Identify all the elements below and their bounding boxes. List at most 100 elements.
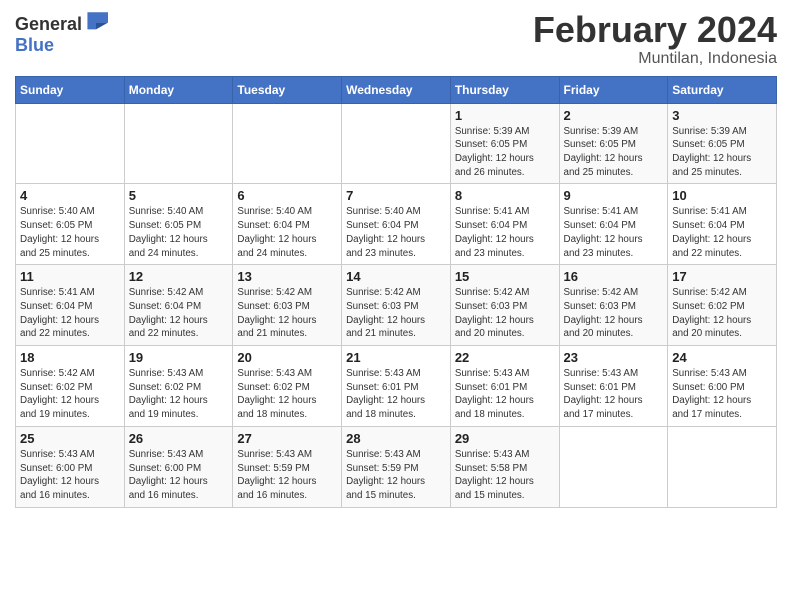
- calendar-cell: 27 Sunrise: 5:43 AM Sunset: 5:59 PM Dayli…: [233, 426, 342, 507]
- day-number: 7: [346, 188, 446, 203]
- calendar-cell: 24 Sunrise: 5:43 AM Sunset: 6:00 PM Dayli…: [668, 346, 777, 427]
- calendar-week-row: 25Sunrise: 5:43 AM Sunset: 6:00 PM Dayli…: [16, 426, 777, 507]
- day-number: 11: [20, 269, 120, 284]
- day-info: Sunrise: 5:43 AM Sunset: 6:02 PM Dayligh…: [237, 367, 337, 422]
- calendar-cell: 12Sunrise: 5:42 AM Sunset: 6:04 PM Dayli…: [124, 265, 233, 346]
- calendar-cell: 6 Sunrise: 5:40 AM Sunset: 6:04 PM Daylig…: [233, 184, 342, 265]
- day-info: Sunrise: 5:43 AM Sunset: 6:01 PM Dayligh…: [346, 367, 446, 422]
- day-info: Sunrise: 5:43 AM Sunset: 5:59 PM Dayligh…: [346, 448, 446, 503]
- day-number: 12: [129, 269, 229, 284]
- day-number: 5: [129, 188, 229, 203]
- day-info: Sunrise: 5:41 AM Sunset: 6:04 PM Dayligh…: [455, 205, 555, 260]
- calendar-cell: 22Sunrise: 5:43 AM Sunset: 6:01 PM Dayli…: [450, 346, 559, 427]
- calendar-cell: 18Sunrise: 5:42 AM Sunset: 6:02 PM Dayli…: [16, 346, 125, 427]
- day-number: 27: [237, 431, 337, 446]
- day-number: 17: [672, 269, 772, 284]
- day-number: 4: [20, 188, 120, 203]
- calendar-cell: 20 Sunrise: 5:43 AM Sunset: 6:02 PM Dayli…: [233, 346, 342, 427]
- day-info: Sunrise: 5:40 AM Sunset: 6:04 PM Dayligh…: [346, 205, 446, 260]
- calendar-cell: 25Sunrise: 5:43 AM Sunset: 6:00 PM Dayli…: [16, 426, 125, 507]
- logo-general: General: [15, 14, 82, 34]
- calendar-cell: [559, 426, 668, 507]
- day-info: Sunrise: 5:40 AM Sunset: 6:04 PM Dayligh…: [237, 205, 337, 260]
- weekday-header-cell: Monday: [124, 76, 233, 103]
- calendar-cell: 7 Sunrise: 5:40 AM Sunset: 6:04 PM Daylig…: [342, 184, 451, 265]
- day-info: Sunrise: 5:40 AM Sunset: 6:05 PM Dayligh…: [129, 205, 229, 260]
- day-number: 26: [129, 431, 229, 446]
- day-info: Sunrise: 5:42 AM Sunset: 6:03 PM Dayligh…: [346, 286, 446, 341]
- day-number: 19: [129, 350, 229, 365]
- weekday-header-cell: Tuesday: [233, 76, 342, 103]
- logo-icon: [84, 10, 108, 30]
- logo: General Blue: [15, 10, 108, 56]
- calendar-cell: 26 Sunrise: 5:43 AM Sunset: 6:00 PM Dayli…: [124, 426, 233, 507]
- calendar-cell: [668, 426, 777, 507]
- day-info: Sunrise: 5:43 AM Sunset: 6:00 PM Dayligh…: [672, 367, 772, 422]
- month-title: February 2024: [533, 10, 777, 50]
- day-number: 22: [455, 350, 555, 365]
- calendar-cell: 19Sunrise: 5:43 AM Sunset: 6:02 PM Dayli…: [124, 346, 233, 427]
- calendar-cell: 17 Sunrise: 5:42 AM Sunset: 6:02 PM Dayli…: [668, 265, 777, 346]
- calendar-cell: 14 Sunrise: 5:42 AM Sunset: 6:03 PM Dayli…: [342, 265, 451, 346]
- day-number: 6: [237, 188, 337, 203]
- day-number: 16: [564, 269, 664, 284]
- day-info: Sunrise: 5:43 AM Sunset: 6:01 PM Dayligh…: [564, 367, 664, 422]
- calendar-cell: 2 Sunrise: 5:39 AM Sunset: 6:05 PM Daylig…: [559, 103, 668, 184]
- day-info: Sunrise: 5:41 AM Sunset: 6:04 PM Dayligh…: [20, 286, 120, 341]
- calendar-cell: 10 Sunrise: 5:41 AM Sunset: 6:04 PM Dayli…: [668, 184, 777, 265]
- calendar-cell: 9Sunrise: 5:41 AM Sunset: 6:04 PM Daylig…: [559, 184, 668, 265]
- calendar-cell: 5 Sunrise: 5:40 AM Sunset: 6:05 PM Daylig…: [124, 184, 233, 265]
- day-number: 2: [564, 108, 664, 123]
- day-info: Sunrise: 5:42 AM Sunset: 6:03 PM Dayligh…: [455, 286, 555, 341]
- day-number: 1: [455, 108, 555, 123]
- weekday-header-row: SundayMondayTuesdayWednesdayThursdayFrid…: [16, 76, 777, 103]
- day-number: 21: [346, 350, 446, 365]
- calendar-cell: 21 Sunrise: 5:43 AM Sunset: 6:01 PM Dayli…: [342, 346, 451, 427]
- calendar-cell: 4 Sunrise: 5:40 AM Sunset: 6:05 PM Daylig…: [16, 184, 125, 265]
- day-number: 28: [346, 431, 446, 446]
- calendar-week-row: 11 Sunrise: 5:41 AM Sunset: 6:04 PM Dayli…: [16, 265, 777, 346]
- day-number: 20: [237, 350, 337, 365]
- day-info: Sunrise: 5:40 AM Sunset: 6:05 PM Dayligh…: [20, 205, 120, 260]
- day-number: 10: [672, 188, 772, 203]
- day-number: 3: [672, 108, 772, 123]
- calendar-cell: 13Sunrise: 5:42 AM Sunset: 6:03 PM Dayli…: [233, 265, 342, 346]
- page-header: General Blue February 2024 Muntilan, Ind…: [15, 10, 777, 68]
- day-info: Sunrise: 5:43 AM Sunset: 5:59 PM Dayligh…: [237, 448, 337, 503]
- calendar-cell: 16 Sunrise: 5:42 AM Sunset: 6:03 PM Dayli…: [559, 265, 668, 346]
- day-info: Sunrise: 5:41 AM Sunset: 6:04 PM Dayligh…: [564, 205, 664, 260]
- day-info: Sunrise: 5:43 AM Sunset: 6:00 PM Dayligh…: [129, 448, 229, 503]
- calendar-cell: [124, 103, 233, 184]
- calendar-cell: 8Sunrise: 5:41 AM Sunset: 6:04 PM Daylig…: [450, 184, 559, 265]
- day-info: Sunrise: 5:42 AM Sunset: 6:03 PM Dayligh…: [237, 286, 337, 341]
- day-number: 29: [455, 431, 555, 446]
- weekday-header-cell: Saturday: [668, 76, 777, 103]
- weekday-header-cell: Thursday: [450, 76, 559, 103]
- day-info: Sunrise: 5:41 AM Sunset: 6:04 PM Dayligh…: [672, 205, 772, 260]
- calendar-cell: [16, 103, 125, 184]
- calendar-week-row: 4 Sunrise: 5:40 AM Sunset: 6:05 PM Daylig…: [16, 184, 777, 265]
- calendar-table: SundayMondayTuesdayWednesdayThursdayFrid…: [15, 76, 777, 508]
- calendar-cell: 11 Sunrise: 5:41 AM Sunset: 6:04 PM Dayli…: [16, 265, 125, 346]
- day-number: 23: [564, 350, 664, 365]
- day-info: Sunrise: 5:39 AM Sunset: 6:05 PM Dayligh…: [564, 125, 664, 180]
- day-number: 24: [672, 350, 772, 365]
- day-info: Sunrise: 5:39 AM Sunset: 6:05 PM Dayligh…: [455, 125, 555, 180]
- day-number: 14: [346, 269, 446, 284]
- weekday-header-cell: Friday: [559, 76, 668, 103]
- calendar-cell: [233, 103, 342, 184]
- day-info: Sunrise: 5:42 AM Sunset: 6:02 PM Dayligh…: [20, 367, 120, 422]
- day-info: Sunrise: 5:42 AM Sunset: 6:03 PM Dayligh…: [564, 286, 664, 341]
- calendar-week-row: 18Sunrise: 5:42 AM Sunset: 6:02 PM Dayli…: [16, 346, 777, 427]
- calendar-cell: 1 Sunrise: 5:39 AM Sunset: 6:05 PM Daylig…: [450, 103, 559, 184]
- calendar-cell: [342, 103, 451, 184]
- logo-blue: Blue: [15, 35, 54, 55]
- calendar-cell: 15 Sunrise: 5:42 AM Sunset: 6:03 PM Dayli…: [450, 265, 559, 346]
- day-info: Sunrise: 5:39 AM Sunset: 6:05 PM Dayligh…: [672, 125, 772, 180]
- weekday-header-cell: Wednesday: [342, 76, 451, 103]
- title-area: February 2024 Muntilan, Indonesia: [533, 10, 777, 68]
- location-title: Muntilan, Indonesia: [533, 50, 777, 68]
- day-info: Sunrise: 5:42 AM Sunset: 6:02 PM Dayligh…: [672, 286, 772, 341]
- calendar-body: 1 Sunrise: 5:39 AM Sunset: 6:05 PM Daylig…: [16, 103, 777, 507]
- day-number: 15: [455, 269, 555, 284]
